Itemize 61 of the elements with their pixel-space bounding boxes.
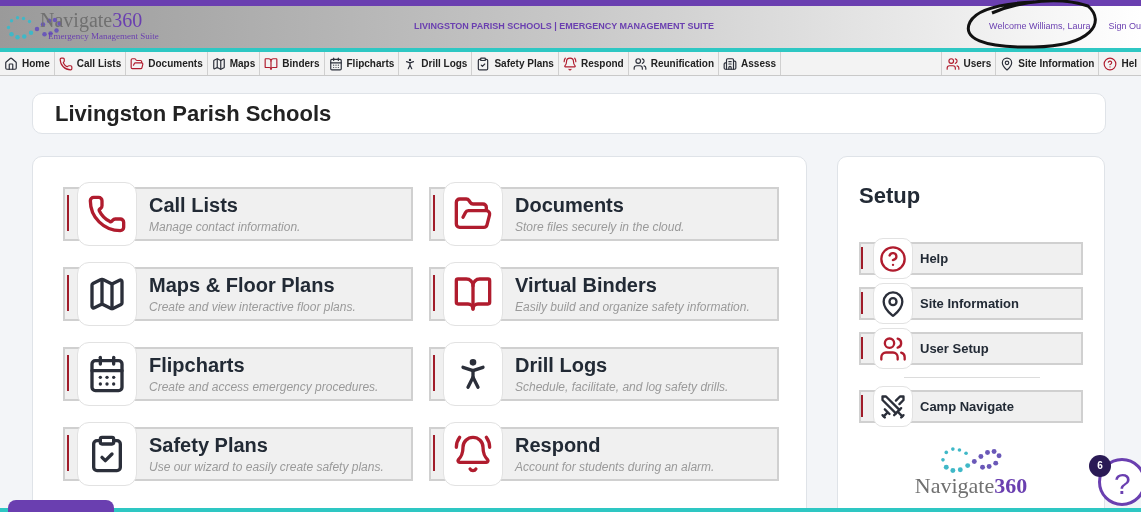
nav-item[interactable]: Reunification bbox=[628, 52, 720, 75]
setup-label: Help bbox=[920, 249, 949, 268]
page-title: Livingston Parish Schools bbox=[55, 100, 332, 128]
bell-icon bbox=[453, 434, 493, 474]
bell-icon bbox=[562, 56, 577, 71]
phone-icon bbox=[58, 56, 73, 71]
module-title: Maps & Floor Plans bbox=[149, 272, 336, 298]
setup-title: Setup bbox=[859, 182, 922, 210]
users-icon bbox=[945, 56, 960, 71]
module-title: Drill Logs bbox=[515, 352, 609, 378]
module-description: Manage contact information. bbox=[149, 218, 301, 236]
logo-subtitle: Emergency Management Suite bbox=[48, 31, 159, 44]
nav-item[interactable]: Users bbox=[940, 52, 996, 75]
module-title: Flipcharts bbox=[149, 352, 246, 378]
map-icon bbox=[211, 56, 226, 71]
nav-item[interactable]: Flipcharts bbox=[324, 52, 400, 75]
module-description: Use our wizard to easily create safety plans. bbox=[149, 458, 384, 476]
setup-label: Camp Navigate bbox=[920, 397, 1014, 416]
header-title: LIVINGSTON PARISH SCHOOLS | EMERGENCY MANAGEMENT SUITE bbox=[414, 20, 715, 34]
folder-icon bbox=[130, 56, 145, 71]
footer-logo-text: Navigate360 bbox=[914, 474, 1028, 497]
nav-item[interactable]: Assess bbox=[719, 52, 782, 75]
nav-item[interactable]: Call Lists bbox=[54, 52, 127, 75]
module-description: Schedule, facilitate, and log safety drills. bbox=[515, 378, 729, 396]
welcome-text: Welcome Williams, Laura bbox=[989, 20, 1091, 34]
help-icon bbox=[1103, 56, 1118, 71]
module-description: Create and view interactive floor plans. bbox=[149, 298, 356, 316]
setup-label: Site Information bbox=[920, 294, 1019, 313]
nav-item[interactable]: Drill Logs bbox=[399, 52, 473, 75]
nav-item[interactable]: Binders bbox=[260, 52, 325, 75]
nav-item[interactable]: Hel bbox=[1098, 52, 1141, 75]
module-title: Respond bbox=[515, 432, 602, 458]
sign-out-link[interactable]: Sign Ou bbox=[1108, 20, 1141, 34]
module-title: Call Lists bbox=[149, 192, 239, 218]
nav-item[interactable]: Documents bbox=[126, 52, 208, 75]
nav-item[interactable]: Safety Plans bbox=[472, 52, 559, 75]
nav-item[interactable]: Site Information bbox=[995, 52, 1099, 75]
module-description: Store files securely in the cloud. bbox=[515, 218, 685, 236]
module-title: Documents bbox=[515, 192, 625, 218]
setup-label: User Setup bbox=[920, 339, 989, 358]
building-icon bbox=[723, 56, 738, 71]
chat-tab[interactable] bbox=[8, 500, 114, 512]
module-title: Safety Plans bbox=[149, 432, 269, 458]
home-icon bbox=[4, 56, 18, 71]
module-description: Account for students during an alarm. bbox=[515, 458, 715, 476]
module-description: Create and access emergency procedures. bbox=[149, 378, 379, 396]
logo-text: Navigate360 bbox=[40, 10, 144, 31]
module-description: Easily build and organize safety information. bbox=[515, 298, 750, 316]
calendar-icon bbox=[87, 354, 127, 394]
module-title: Virtual Binders bbox=[515, 272, 658, 298]
nav-item[interactable]: Home bbox=[0, 52, 55, 75]
nav-item[interactable]: Respond bbox=[558, 52, 629, 75]
phone-icon bbox=[87, 194, 127, 234]
help-icon bbox=[879, 244, 907, 273]
clipboard-check-icon bbox=[476, 56, 491, 71]
map-pin-icon bbox=[1000, 56, 1015, 71]
people-icon bbox=[632, 56, 647, 71]
nav-item[interactable]: Maps bbox=[207, 52, 261, 75]
users-icon bbox=[879, 334, 907, 363]
logo-icon bbox=[938, 445, 1004, 475]
calendar-icon bbox=[328, 56, 343, 71]
